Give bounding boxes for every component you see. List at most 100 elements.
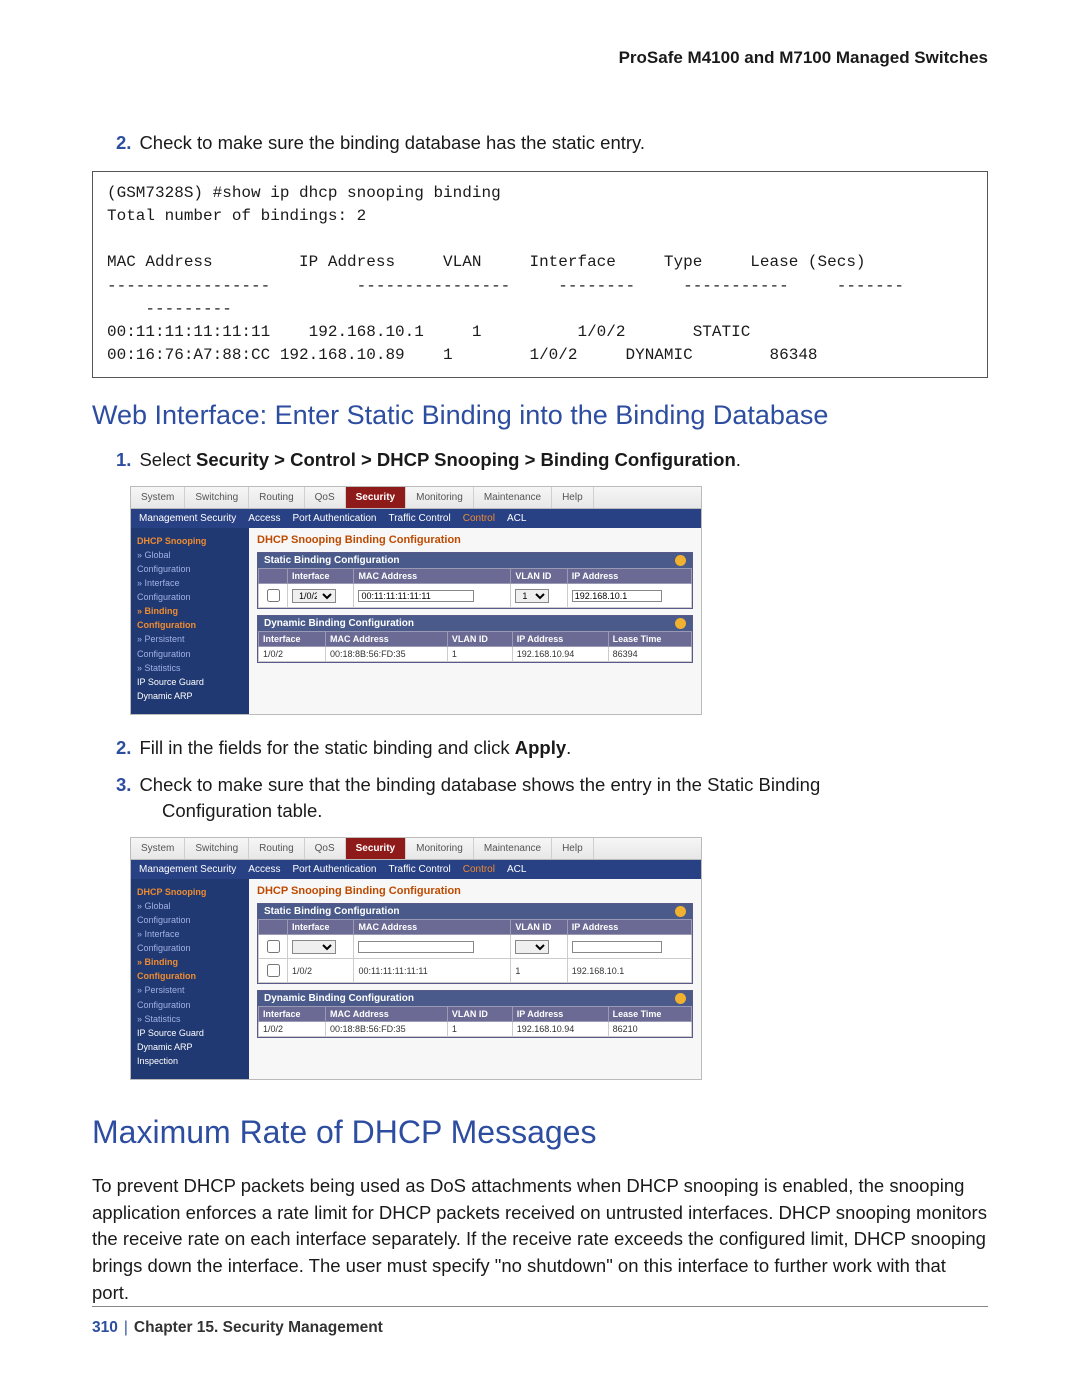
static-row-checkbox[interactable] bbox=[267, 589, 280, 602]
static-edit-ip-input[interactable] bbox=[572, 941, 662, 953]
sidebar-item[interactable]: Configuration bbox=[137, 999, 243, 1012]
static-edit-vlan-select[interactable] bbox=[515, 940, 549, 954]
col-vlan-id: VLAN ID bbox=[511, 569, 567, 584]
tab-qos[interactable]: QoS bbox=[305, 838, 346, 859]
tab-maintenance[interactable]: Maintenance bbox=[474, 487, 552, 508]
subnav-access[interactable]: Access bbox=[248, 513, 280, 524]
static-edit-interface-select[interactable] bbox=[292, 940, 336, 954]
tab-switching[interactable]: Switching bbox=[185, 838, 249, 859]
tab-maintenance[interactable]: Maintenance bbox=[474, 838, 552, 859]
dyn-mac: 00:18:8B:56:FD:35 bbox=[326, 647, 448, 662]
product-line: ProSafe M4100 and M7100 Managed Switches bbox=[92, 48, 988, 68]
sidebar-item[interactable]: Inspection bbox=[137, 1055, 243, 1068]
subnav-access[interactable]: Access bbox=[248, 864, 280, 875]
sidebar-item[interactable]: » Statistics bbox=[137, 662, 243, 675]
help-icon[interactable] bbox=[675, 906, 686, 917]
sidebar-item[interactable]: » Statistics bbox=[137, 1013, 243, 1026]
step-2-text: Check to make sure the binding database … bbox=[139, 132, 645, 153]
dcol-ip-address: IP Address bbox=[512, 1007, 608, 1022]
dcol-lease-time: Lease Time bbox=[608, 632, 691, 647]
sidebar-item[interactable]: Configuration bbox=[137, 619, 243, 632]
tab-help[interactable]: Help bbox=[552, 838, 594, 859]
tab-security[interactable]: Security bbox=[346, 487, 406, 508]
step-3b: 3.Check to make sure that the binding da… bbox=[116, 772, 988, 799]
sidebar-item[interactable]: Configuration bbox=[137, 563, 243, 576]
sidebar-item[interactable]: IP Source Guard bbox=[137, 1027, 243, 1040]
sidebar-item[interactable]: Configuration bbox=[137, 591, 243, 604]
sidebar-item[interactable]: » Binding bbox=[137, 956, 243, 969]
static-row-ip: 192.168.10.1 bbox=[567, 959, 691, 983]
sidebar-item[interactable]: IP Source Guard bbox=[137, 676, 243, 689]
sidebar-item[interactable]: » Binding bbox=[137, 605, 243, 618]
step-2b-pre: Fill in the fields for the static bindin… bbox=[139, 737, 514, 758]
sidebar-item[interactable]: DHCP Snooping bbox=[137, 535, 243, 548]
subnav-acl[interactable]: ACL bbox=[507, 513, 526, 524]
static-binding-table: Interface MAC Address VLAN ID IP Address bbox=[258, 919, 692, 983]
tab-system[interactable]: System bbox=[131, 487, 185, 508]
subnav-traffic-control[interactable]: Traffic Control bbox=[388, 513, 450, 524]
subnav-control[interactable]: Control bbox=[463, 513, 495, 524]
tab-qos[interactable]: QoS bbox=[305, 487, 346, 508]
subnav-management-security[interactable]: Management Security bbox=[139, 864, 236, 875]
step-1b-num: 1. bbox=[116, 449, 131, 470]
tab-help[interactable]: Help bbox=[552, 487, 594, 508]
panel-title: DHCP Snooping Binding Configuration bbox=[257, 534, 693, 546]
sidebar-item[interactable]: » Persistent bbox=[137, 633, 243, 646]
sidebar-item[interactable]: Dynamic ARP bbox=[137, 690, 243, 703]
dcol-mac-address: MAC Address bbox=[326, 1007, 448, 1022]
tab-routing[interactable]: Routing bbox=[249, 487, 304, 508]
col-interface: Interface bbox=[288, 569, 354, 584]
help-icon[interactable] bbox=[675, 618, 686, 629]
step-3b-cont: Configuration table. bbox=[162, 798, 988, 825]
subnav-traffic-control[interactable]: Traffic Control bbox=[388, 864, 450, 875]
tab-security[interactable]: Security bbox=[346, 838, 406, 859]
sidebar-item[interactable]: DHCP Snooping bbox=[137, 886, 243, 899]
static-vlan-select[interactable]: 1 bbox=[515, 589, 549, 603]
static-edit-mac-input[interactable] bbox=[358, 941, 474, 953]
col-interface: Interface bbox=[288, 920, 354, 935]
step-3b-num: 3. bbox=[116, 774, 131, 795]
sidebar-item[interactable]: Dynamic ARP bbox=[137, 1041, 243, 1054]
help-icon[interactable] bbox=[675, 555, 686, 566]
dynamic-binding-table: Interface MAC Address VLAN ID IP Address… bbox=[258, 1006, 692, 1037]
subnav-port-authentication[interactable]: Port Authentication bbox=[293, 864, 377, 875]
static-row-interface: 1/0/2 bbox=[288, 959, 354, 983]
subnav-control[interactable]: Control bbox=[463, 864, 495, 875]
static-edit-checkbox[interactable] bbox=[267, 940, 280, 953]
help-icon[interactable] bbox=[675, 993, 686, 1004]
col-vlan-id: VLAN ID bbox=[511, 920, 567, 935]
step-1b-bold: Security > Control > DHCP Snooping > Bin… bbox=[196, 449, 736, 470]
sidebar-item[interactable]: » Persistent bbox=[137, 984, 243, 997]
col-mac-address: MAC Address bbox=[354, 569, 511, 584]
dynamic-binding-section: Dynamic Binding Configuration Interface … bbox=[257, 990, 693, 1038]
static-mac-input[interactable] bbox=[358, 590, 474, 602]
subnav-management-security[interactable]: Management Security bbox=[139, 513, 236, 524]
static-interface-select[interactable]: 1/0/2 bbox=[292, 589, 336, 603]
sidebar-item[interactable]: Configuration bbox=[137, 942, 243, 955]
cli-output-block: (GSM7328S) #show ip dhcp snooping bindin… bbox=[92, 171, 988, 379]
sidebar-item[interactable]: » Global bbox=[137, 549, 243, 562]
tab-system[interactable]: System bbox=[131, 838, 185, 859]
tab-switching[interactable]: Switching bbox=[185, 487, 249, 508]
static-binding-table: Interface MAC Address VLAN ID IP Address… bbox=[258, 568, 692, 608]
subnav-acl[interactable]: ACL bbox=[507, 864, 526, 875]
sidebar-item[interactable]: » Global bbox=[137, 900, 243, 913]
step-2b-post: . bbox=[566, 737, 571, 758]
management-ui-screenshot-1: System Switching Routing QoS Security Mo… bbox=[130, 486, 702, 715]
dcol-vlan-id: VLAN ID bbox=[447, 1007, 512, 1022]
tab-monitoring[interactable]: Monitoring bbox=[406, 838, 474, 859]
sidebar-item[interactable]: Configuration bbox=[137, 914, 243, 927]
static-ip-input[interactable] bbox=[572, 590, 662, 602]
sidebar-item[interactable]: Configuration bbox=[137, 648, 243, 661]
sidebar-item[interactable]: » Interface bbox=[137, 928, 243, 941]
static-row-checkbox[interactable] bbox=[267, 964, 280, 977]
dyn-ip: 192.168.10.94 bbox=[512, 1022, 608, 1037]
dyn-lease: 86210 bbox=[608, 1022, 691, 1037]
sidebar-item[interactable]: » Interface bbox=[137, 577, 243, 590]
sidebar-item[interactable]: Configuration bbox=[137, 970, 243, 983]
tab-monitoring[interactable]: Monitoring bbox=[406, 487, 474, 508]
panel-title: DHCP Snooping Binding Configuration bbox=[257, 885, 693, 897]
subnav-port-authentication[interactable]: Port Authentication bbox=[293, 513, 377, 524]
tab-routing[interactable]: Routing bbox=[249, 838, 304, 859]
dynamic-binding-table: Interface MAC Address VLAN ID IP Address… bbox=[258, 631, 692, 662]
